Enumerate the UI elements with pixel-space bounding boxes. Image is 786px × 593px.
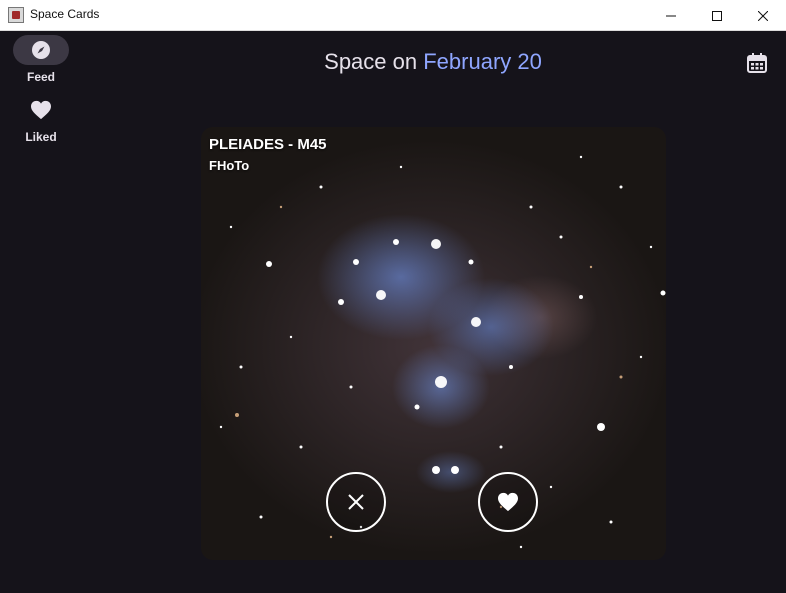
x-icon bbox=[348, 494, 364, 510]
title-prefix: Space on bbox=[324, 49, 418, 74]
maximize-button[interactable] bbox=[694, 0, 740, 31]
minimize-icon bbox=[666, 15, 676, 16]
minimize-button[interactable] bbox=[648, 0, 694, 31]
app-icon bbox=[8, 7, 24, 23]
card-author: FHoTo bbox=[209, 158, 250, 173]
nav-item-liked[interactable]: Liked bbox=[13, 95, 69, 144]
maximize-icon bbox=[712, 10, 722, 21]
dislike-button[interactable] bbox=[326, 472, 386, 532]
window-title-bar: Space Cards bbox=[0, 0, 786, 31]
heart-icon bbox=[498, 492, 518, 512]
window-title: Space Cards bbox=[30, 7, 100, 21]
close-icon bbox=[758, 10, 768, 21]
card-title: PLEIADES - M45 bbox=[209, 136, 327, 153]
star-cluster-photo bbox=[219, 155, 666, 549]
close-window-button[interactable] bbox=[740, 0, 786, 31]
title-date: February 20 bbox=[423, 49, 542, 74]
liked-pill[interactable] bbox=[13, 95, 69, 125]
page-title: Space on February 20 bbox=[0, 49, 786, 75]
calendar-button[interactable] bbox=[746, 52, 768, 74]
heart-icon bbox=[31, 100, 51, 120]
calendar-icon bbox=[747, 53, 767, 73]
like-button[interactable] bbox=[478, 472, 538, 532]
space-card[interactable]: PLEIADES - M45 FHoTo bbox=[201, 127, 666, 560]
nav-label-liked: Liked bbox=[25, 130, 57, 144]
